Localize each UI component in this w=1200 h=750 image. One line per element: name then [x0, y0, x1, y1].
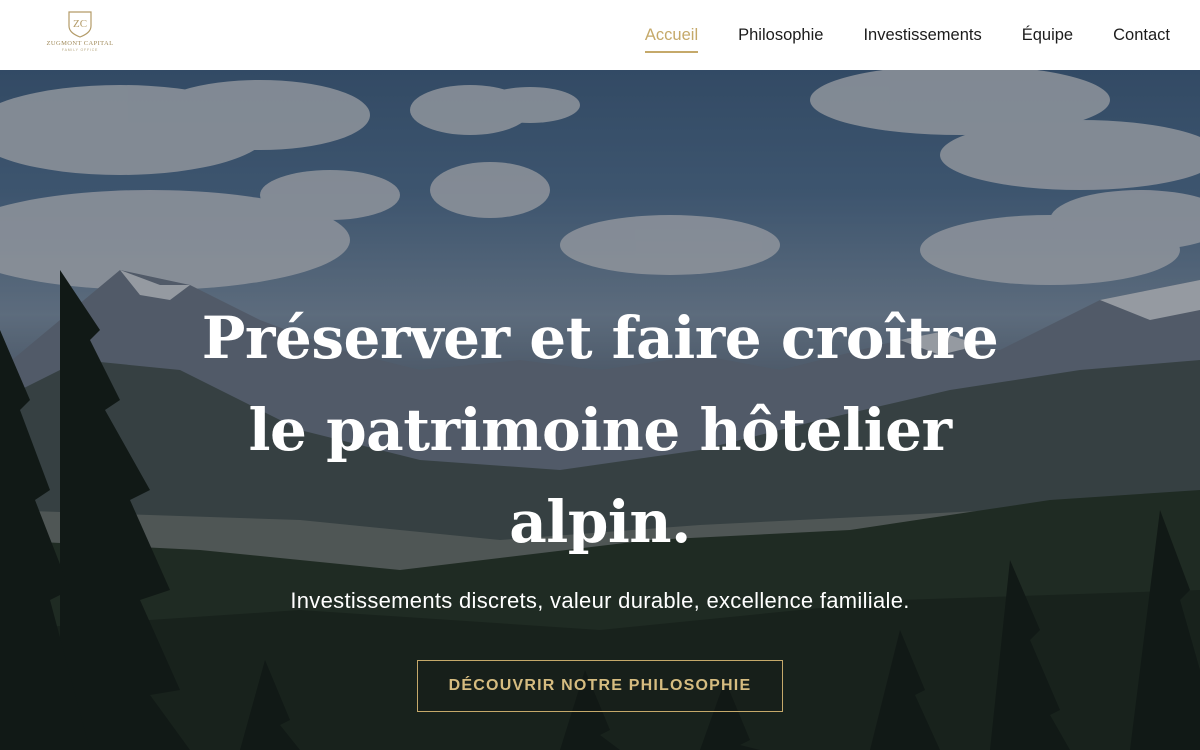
brand-tagline: FAMILY OFFICE — [61, 48, 99, 52]
hero-subtitle: Investissements discrets, valeur durable… — [290, 588, 910, 613]
brand-name: ZUGMONT CAPITAL — [46, 40, 114, 47]
hero-content: Préserver et faire croître le patrimoine… — [0, 292, 1200, 712]
hero-section: Préserver et faire croître le patrimoine… — [0, 70, 1200, 750]
nav-item-philosophie[interactable]: Philosophie — [738, 22, 823, 49]
nav-item-contact[interactable]: Contact — [1113, 22, 1170, 49]
nav-item-accueil[interactable]: Accueil — [644, 22, 699, 53]
discover-philosophy-button[interactable]: DÉCOUVRIR NOTRE PHILOSOPHIE — [417, 660, 783, 712]
shield-monogram-icon: ZC — [68, 11, 92, 38]
site-header: ZC ZUGMONT CAPITAL FAMILY OFFICE Accueil… — [0, 0, 1200, 70]
hero-title: Préserver et faire croître le patrimoine… — [201, 304, 999, 556]
main-nav: Accueil Philosophie Investissements Équi… — [644, 0, 1170, 70]
brand-logo[interactable]: ZC ZUGMONT CAPITAL FAMILY OFFICE — [40, 10, 120, 58]
nav-item-investissements[interactable]: Investissements — [863, 22, 981, 49]
nav-item-equipe[interactable]: Équipe — [1022, 22, 1073, 49]
brand-monogram: ZC — [73, 18, 87, 30]
